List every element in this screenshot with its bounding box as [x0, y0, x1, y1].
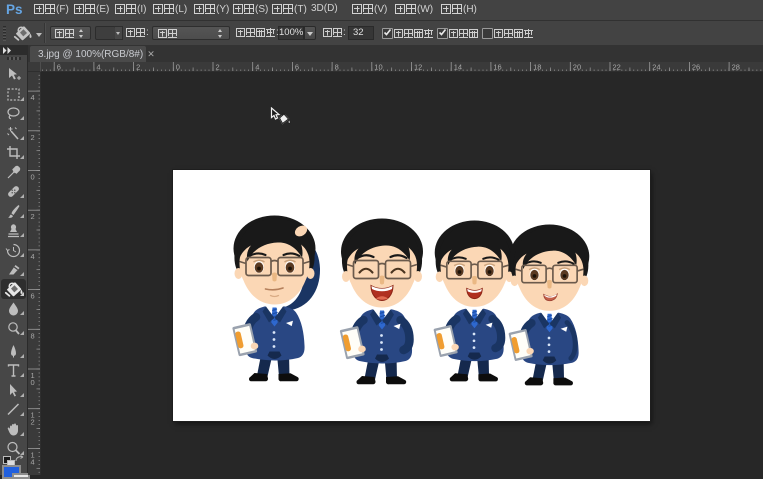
svg-text:8: 8	[335, 63, 339, 72]
svg-text:6: 6	[31, 292, 35, 301]
svg-text:24: 24	[652, 63, 660, 72]
svg-text:4: 4	[255, 63, 259, 72]
svg-text:2: 2	[31, 133, 35, 142]
svg-text:2: 2	[31, 418, 35, 427]
svg-text:6: 6	[295, 63, 299, 72]
svg-text:6: 6	[57, 63, 61, 72]
svg-text:0: 0	[31, 378, 35, 387]
svg-text:4: 4	[31, 457, 35, 466]
svg-text:4: 4	[96, 63, 100, 72]
svg-text:4: 4	[31, 252, 35, 261]
svg-text:20: 20	[573, 63, 581, 72]
svg-text:0: 0	[31, 173, 35, 182]
svg-text:2: 2	[216, 63, 220, 72]
svg-text:10: 10	[374, 63, 382, 72]
svg-text:12: 12	[414, 63, 422, 72]
svg-text:14: 14	[454, 63, 462, 72]
svg-text:28: 28	[732, 63, 740, 72]
svg-text:0: 0	[176, 63, 180, 72]
svg-text:18: 18	[533, 63, 541, 72]
svg-text:26: 26	[692, 63, 700, 72]
svg-text:8: 8	[31, 331, 35, 340]
svg-text:4: 4	[31, 93, 35, 102]
svg-text:22: 22	[613, 63, 621, 72]
svg-text:2: 2	[136, 63, 140, 72]
svg-text:2: 2	[31, 212, 35, 221]
svg-text:16: 16	[493, 63, 501, 72]
